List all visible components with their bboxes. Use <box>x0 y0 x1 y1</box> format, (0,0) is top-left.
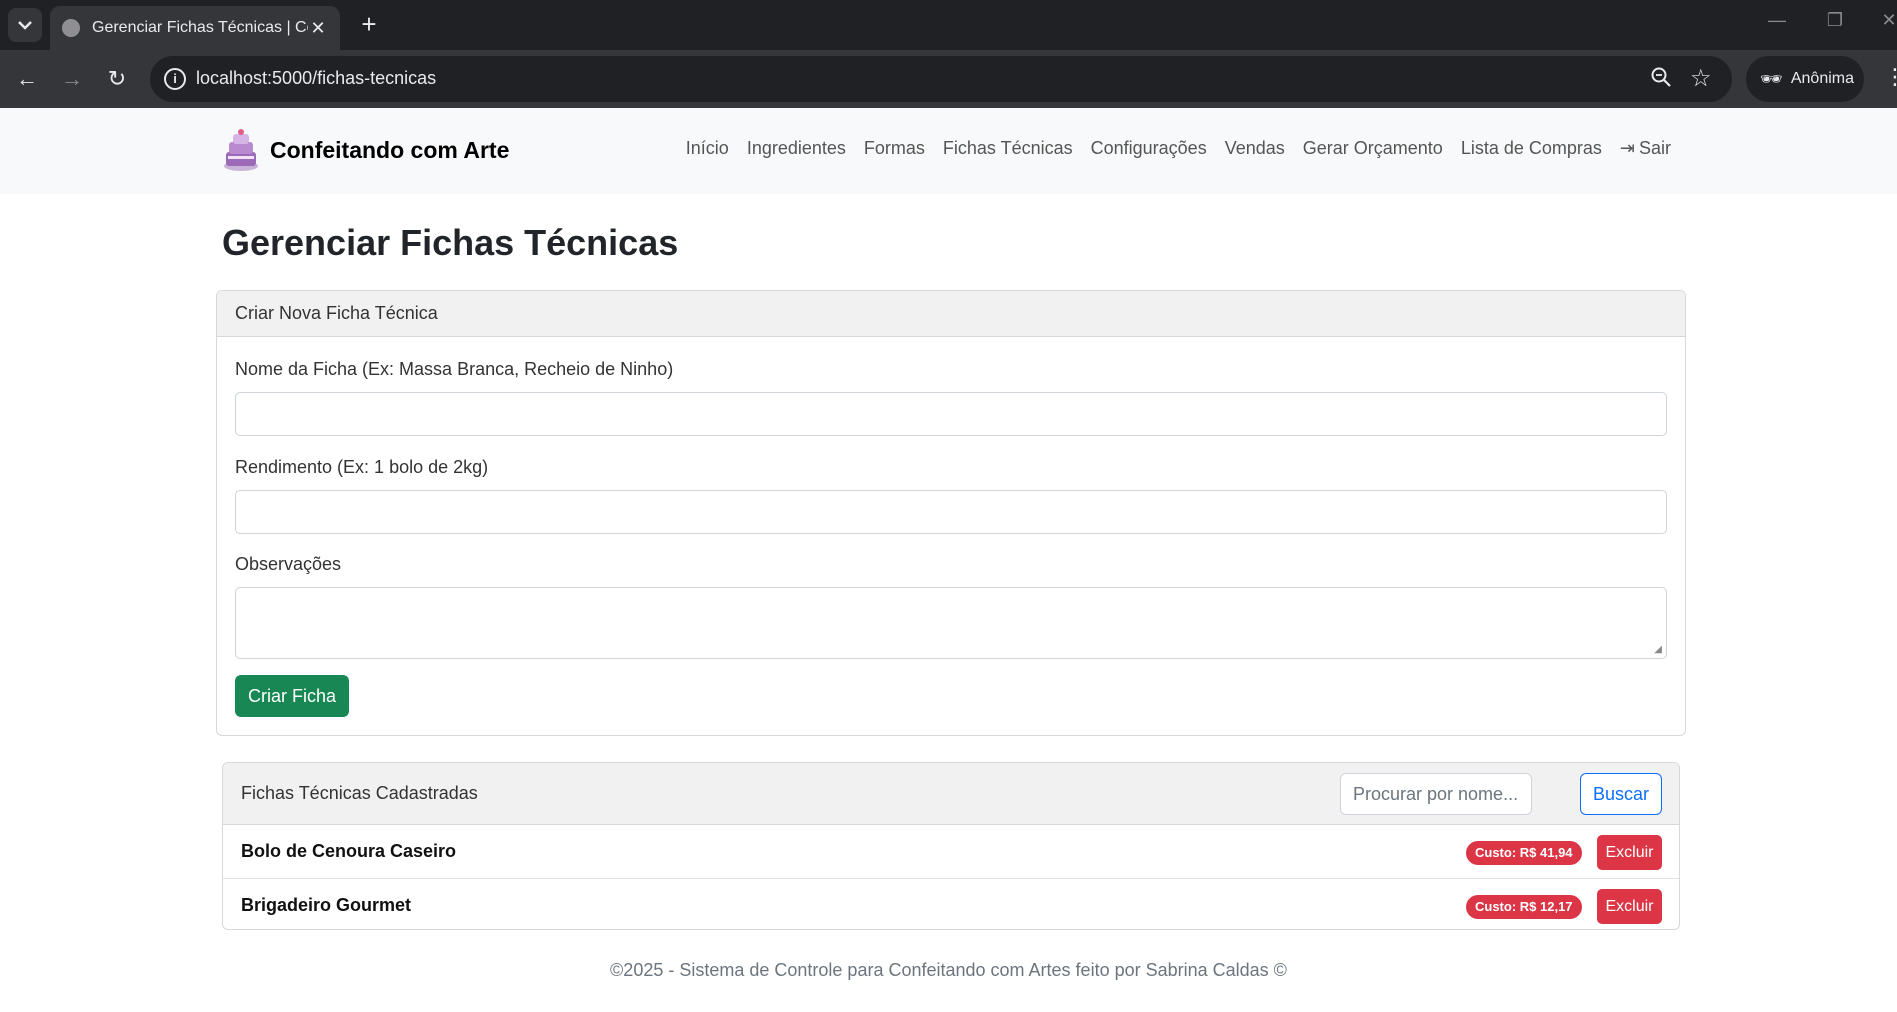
brand-name: Confeitando com Arte <box>270 136 510 163</box>
item-name: Brigadeiro Gourmet <box>241 895 412 915</box>
nav-link-formas[interactable]: Formas <box>864 138 925 159</box>
nav-link-fichas-tecnicas[interactable]: Fichas Técnicas <box>943 138 1073 159</box>
create-form-header: Criar Nova Ficha Técnica <box>217 291 1685 337</box>
profile-label: Anônima <box>1790 70 1855 87</box>
cost-badge: Custo: R$ 41,94 <box>1466 841 1582 865</box>
star-icon[interactable]: ☆ <box>1690 64 1712 93</box>
nav-link-gerar-orcamento[interactable]: Gerar Orçamento <box>1303 138 1443 159</box>
nav-links: Início Ingredientes Formas Fichas Técnic… <box>686 138 1671 159</box>
new-tab-button[interactable]: + <box>354 10 384 40</box>
list-title: Fichas Técnicas Cadastradas <box>241 783 478 803</box>
nav-link-ingredientes[interactable]: Ingredientes <box>747 138 846 159</box>
restore-icon[interactable]: ❐ <box>1820 10 1850 31</box>
site-navbar: Confeitando com Arte Início Ingredientes… <box>0 108 1897 194</box>
create-button[interactable]: Criar Ficha <box>235 675 349 717</box>
yield-input[interactable] <box>235 490 1667 534</box>
notes-textarea[interactable]: ◢ <box>235 587 1667 659</box>
close-icon[interactable]: ✕ <box>308 18 328 39</box>
name-label: Nome da Ficha (Ex: Massa Branca, Recheio… <box>235 359 674 379</box>
nav-link-lista-de-compras[interactable]: Lista de Compras <box>1461 138 1602 159</box>
zoom-icon[interactable] <box>1650 66 1672 94</box>
address-bar[interactable]: i localhost:5000/fichas-tecnicas ☆ <box>150 56 1732 102</box>
minimize-icon[interactable]: — <box>1762 10 1792 31</box>
tab-title: Gerenciar Fichas Técnicas | Conf <box>92 19 308 36</box>
cake-logo-icon <box>224 129 258 171</box>
create-form-card: Criar Nova Ficha Técnica Nome da Ficha (… <box>216 290 1686 736</box>
brand-link[interactable]: Confeitando com Arte <box>222 128 509 172</box>
back-icon[interactable]: ← <box>12 64 42 94</box>
chevron-down-icon <box>18 21 32 30</box>
logout-link[interactable]: ⇥ Sair <box>1620 138 1671 159</box>
tab-list-button[interactable] <box>8 8 42 42</box>
resize-grip-icon[interactable]: ◢ <box>1654 644 1662 655</box>
page-title: Gerenciar Fichas Técnicas <box>222 222 679 263</box>
item-name: Bolo de Cenoura Caseiro <box>241 841 457 861</box>
url-text[interactable]: localhost:5000/fichas-tecnicas <box>196 68 436 89</box>
notes-label: Observações <box>235 554 342 574</box>
delete-button[interactable]: Excluir <box>1597 835 1662 870</box>
list-item: Bolo de Cenoura Caseiro Custo: R$ 41,94 … <box>223 825 1679 879</box>
nav-link-vendas[interactable]: Vendas <box>1225 138 1285 159</box>
fichas-list-card: Fichas Técnicas Cadastradas Procurar por… <box>222 762 1680 930</box>
nav-link-configuracoes[interactable]: Configurações <box>1091 138 1207 159</box>
incognito-icon: 🕶 <box>1760 68 1783 89</box>
browser-toolbar: ← → ↻ i localhost:5000/fichas-tecnicas ☆… <box>0 50 1897 108</box>
profile-button[interactable]: 🕶 Anônima <box>1746 56 1864 102</box>
close-window-icon[interactable]: ✕ <box>1874 10 1897 31</box>
globe-icon <box>62 19 80 37</box>
list-item: Brigadeiro Gourmet Custo: R$ 12,17 Exclu… <box>223 879 1679 929</box>
logout-icon: ⇥ <box>1619 138 1635 158</box>
delete-button[interactable]: Excluir <box>1597 889 1662 924</box>
footer-text: ©2025 - Sistema de Controle para Confeit… <box>610 960 1287 980</box>
magnifier-icon <box>1651 67 1671 87</box>
cost-badge: Custo: R$ 12,17 <box>1466 895 1582 919</box>
reload-icon[interactable]: ↻ <box>102 64 132 94</box>
info-icon[interactable]: i <box>164 68 186 90</box>
search-button[interactable]: Buscar <box>1580 773 1662 815</box>
logout-label: Sair <box>1638 138 1671 158</box>
browser-tab-bar: Gerenciar Fichas Técnicas | Conf ✕ + — ❐… <box>0 0 1897 50</box>
browser-tab[interactable]: Gerenciar Fichas Técnicas | Conf ✕ <box>50 6 340 50</box>
nav-link-inicio[interactable]: Início <box>686 138 729 159</box>
list-header: Fichas Técnicas Cadastradas Procurar por… <box>223 763 1679 825</box>
menu-icon[interactable]: ⋮ <box>1884 64 1897 90</box>
search-input[interactable]: Procurar por nome... <box>1340 773 1532 815</box>
yield-label: Rendimento (Ex: 1 bolo de 2kg) <box>235 457 489 477</box>
forward-icon[interactable]: → <box>57 64 87 94</box>
name-input[interactable] <box>235 392 1667 436</box>
